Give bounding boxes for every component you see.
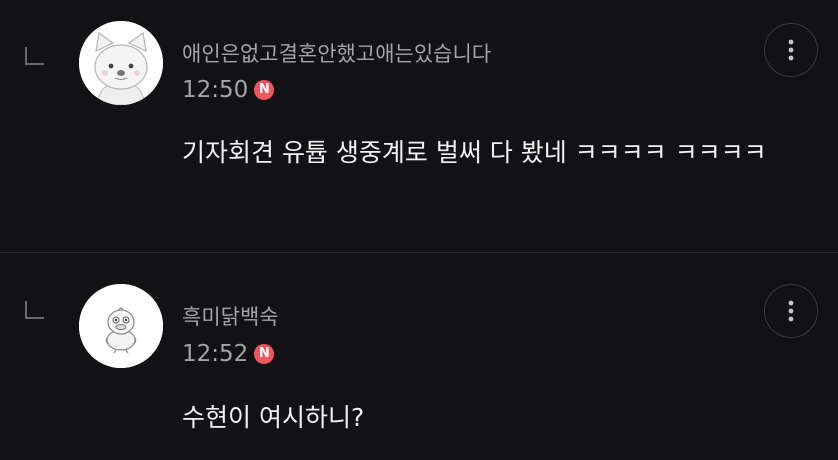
reply-comment: 흑미닭백숙 12:52 N 수현이 여시하니? <box>0 253 838 460</box>
white-cat-character-avatar <box>79 21 163 105</box>
author-nickname[interactable]: 애인은없고결혼안했고애는있습니다 <box>182 38 491 68</box>
duck-character-avatar <box>79 284 163 368</box>
comment-meta: 12:50 N <box>182 76 275 104</box>
avatar[interactable] <box>79 21 163 105</box>
comment-thread: 애인은없고결혼안했고애는있습니다 12:50 N 기자회견 유튭 생중계로 벌써… <box>0 0 838 460</box>
comment-text: 기자회견 유튭 생중계로 벌써 다 봤네 ㅋㅋㅋㅋ ㅋㅋㅋㅋ <box>182 138 767 167</box>
comment-time: 12:50 <box>182 77 249 103</box>
comment-time: 12:52 <box>182 341 249 367</box>
avatar[interactable] <box>79 284 163 368</box>
author-nickname[interactable]: 흑미닭백숙 <box>182 301 279 331</box>
new-badge: N <box>254 344 275 364</box>
more-vertical-icon <box>788 300 794 322</box>
more-options-button[interactable] <box>764 284 818 338</box>
new-badge: N <box>254 80 275 100</box>
more-options-button[interactable] <box>764 23 818 77</box>
comment-meta: 12:52 N <box>182 340 275 368</box>
comment-text: 수현이 여시하니? <box>182 403 365 432</box>
reply-arrow-icon <box>24 46 46 66</box>
more-vertical-icon <box>788 39 794 61</box>
reply-comment: 애인은없고결혼안했고애는있습니다 12:50 N 기자회견 유튭 생중계로 벌써… <box>0 0 838 252</box>
reply-arrow-icon <box>24 300 46 320</box>
